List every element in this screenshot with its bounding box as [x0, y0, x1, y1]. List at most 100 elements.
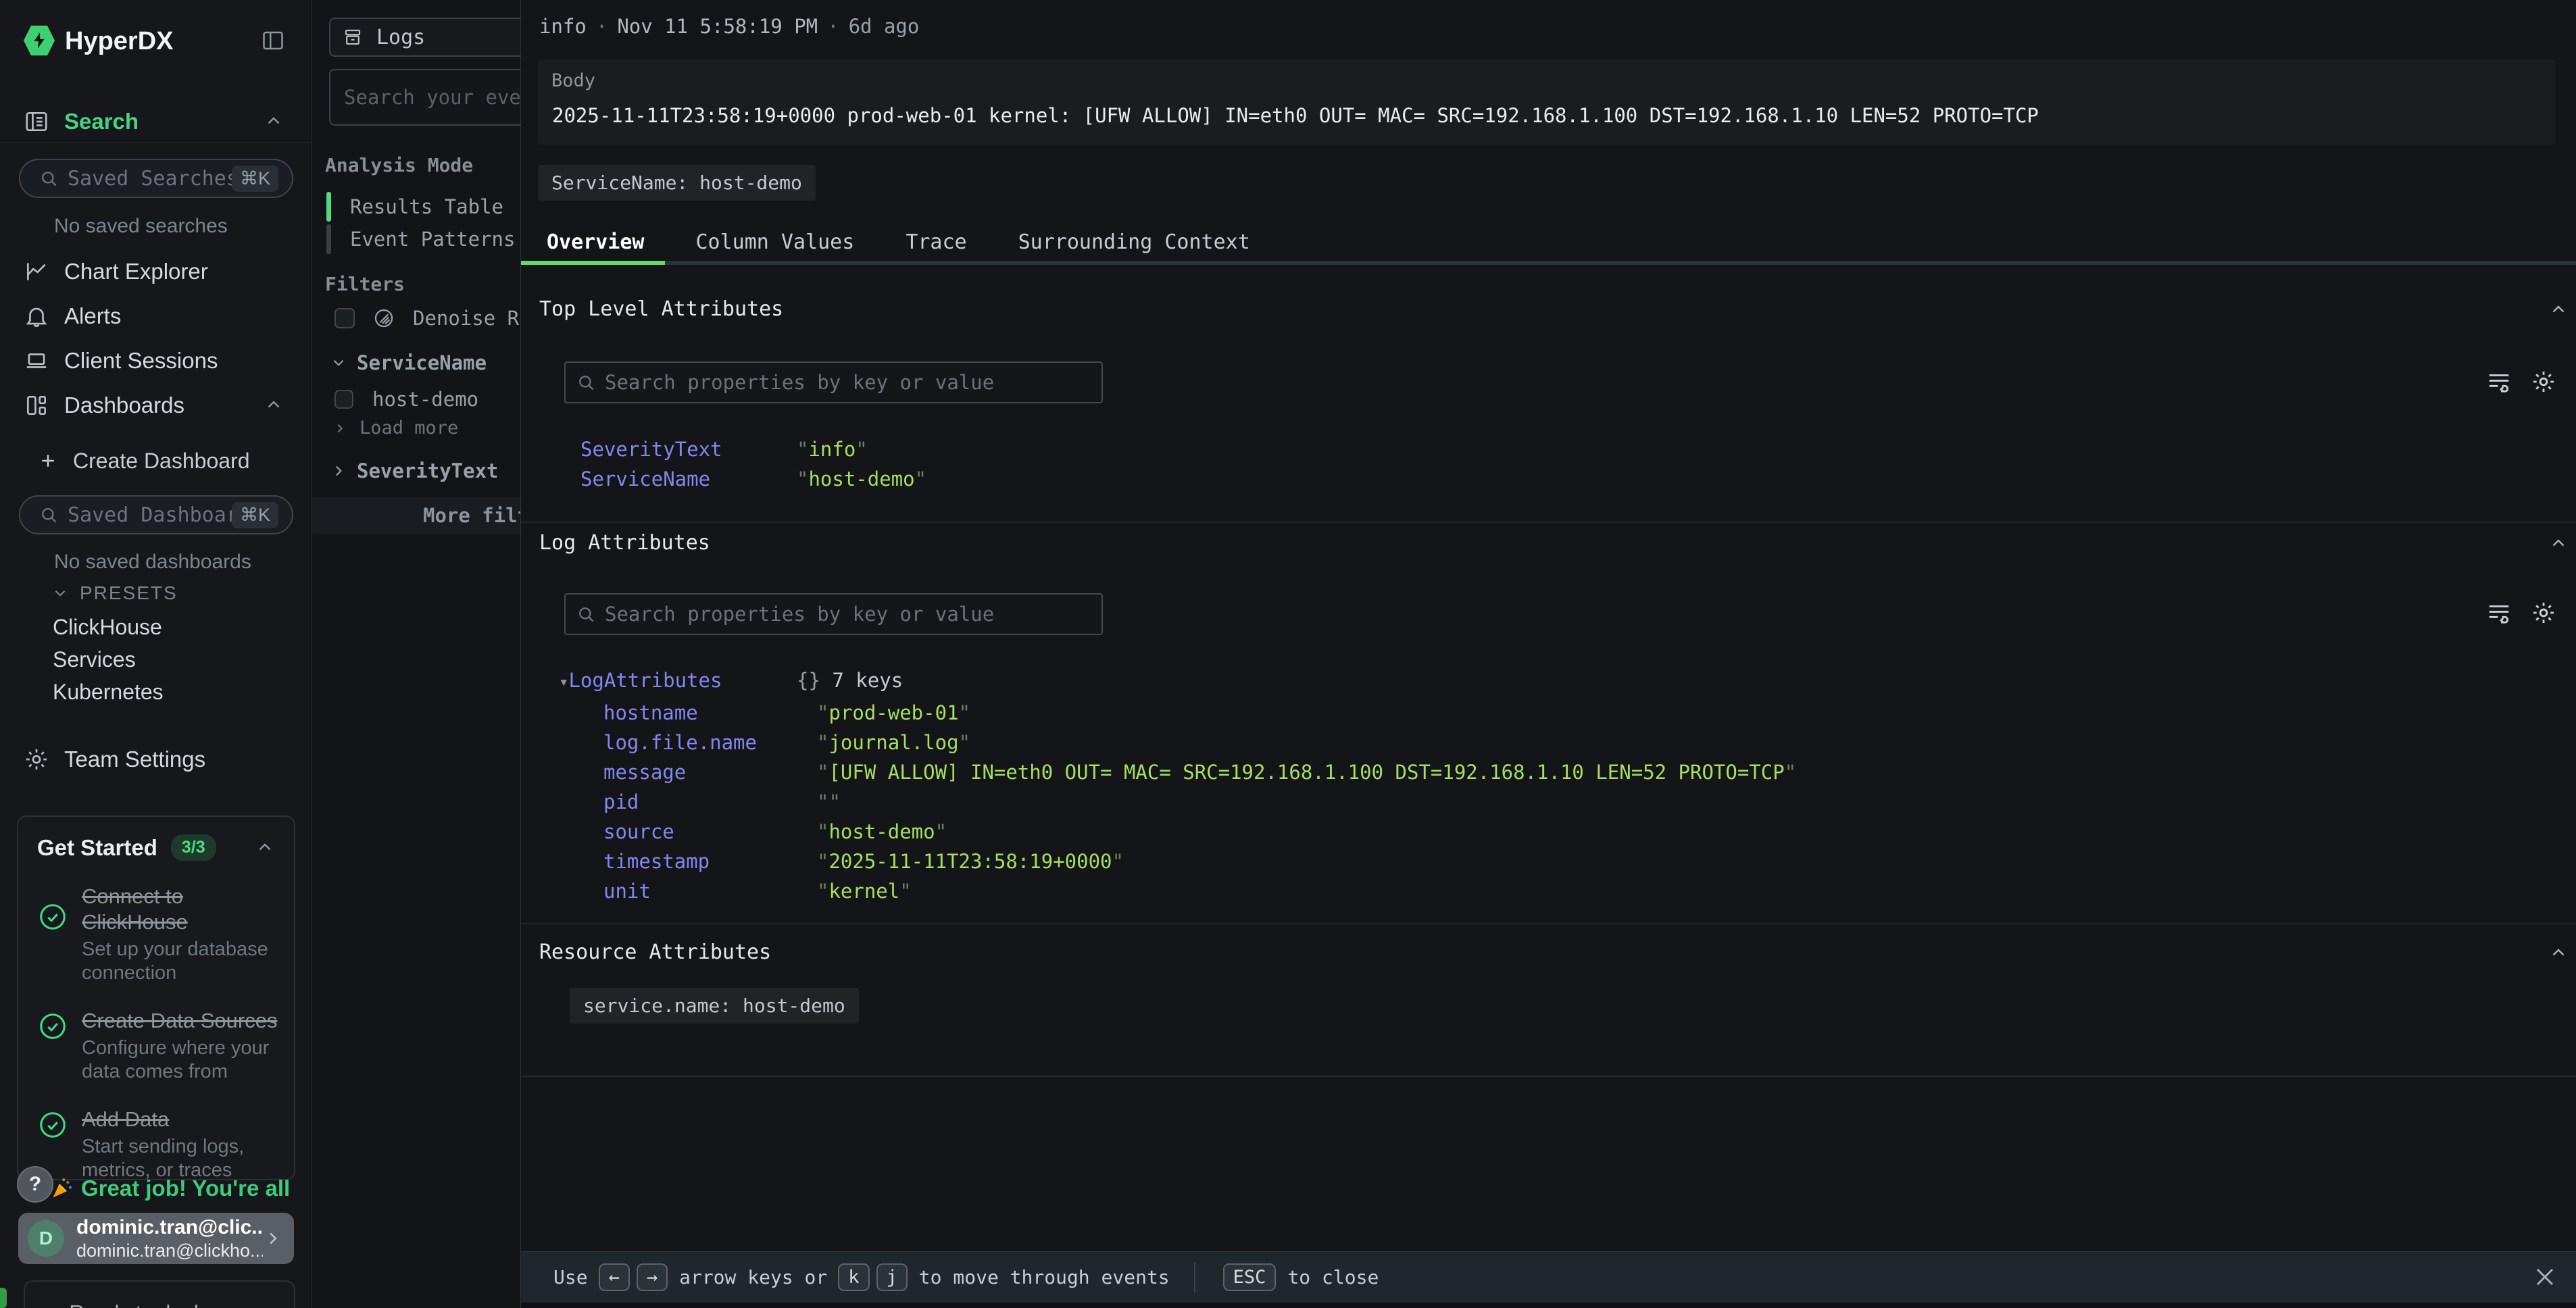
preset-services[interactable]: Services — [53, 647, 136, 672]
wrap-lines-icon[interactable] — [2486, 369, 2512, 395]
close-icon[interactable] — [2532, 1264, 2558, 1290]
tab-surrounding-context[interactable]: Surrounding Context — [993, 223, 1276, 261]
j-key: j — [876, 1263, 908, 1291]
tab-overview[interactable]: Overview — [521, 223, 670, 261]
sidebar-item-search[interactable]: Search — [0, 103, 312, 141]
attribute-key[interactable]: unit — [603, 880, 651, 903]
host-demo-filter-row[interactable]: host-demo — [335, 388, 478, 411]
chevron-up-icon[interactable] — [264, 395, 284, 416]
attribute-key[interactable]: SeverityText — [580, 438, 722, 461]
caret-down-icon[interactable]: ▾ — [559, 672, 568, 691]
attribute-value-cell: "journal.log" — [817, 731, 970, 754]
attribute-key[interactable]: ServiceName — [580, 468, 710, 490]
attribute-row[interactable]: ServiceName — [580, 468, 710, 490]
event-timestamp: Nov 11 5:58:19 PM — [617, 15, 818, 38]
attribute-row[interactable]: unit — [603, 880, 651, 903]
drawer-footer: Use ← → arrow keys or k j to move throug… — [521, 1251, 2576, 1303]
chevron-right-icon — [263, 1228, 283, 1249]
search-icon — [576, 605, 595, 624]
separator: · — [818, 15, 848, 38]
tab-column-values[interactable]: Column Values — [670, 223, 881, 261]
log-attributes-group-row[interactable]: ▾LogAttributes — [559, 669, 722, 692]
wrap-lines-icon[interactable] — [2486, 600, 2512, 626]
denoise-checkbox[interactable] — [335, 308, 355, 328]
sidebar-item-chart-explorer[interactable]: Chart Explorer — [0, 253, 312, 291]
sidebar-collapse-icon[interactable] — [261, 28, 285, 53]
load-more-label: Load more — [360, 418, 458, 438]
host-demo-checkbox[interactable] — [335, 390, 353, 409]
group-label: ServiceName — [357, 351, 487, 374]
key-count: 7 keys — [832, 669, 903, 692]
sidebar-item-team-settings[interactable]: Team Settings — [0, 740, 312, 778]
saved-searches-input[interactable] — [68, 167, 232, 191]
attribute-row[interactable]: message — [603, 761, 686, 784]
gear-icon[interactable] — [2531, 600, 2556, 626]
footer-arrow-text: arrow keys or — [679, 1266, 827, 1288]
sidebar-item-client-sessions[interactable]: Client Sessions — [0, 342, 312, 380]
attribute-key[interactable]: hostname — [603, 701, 698, 724]
service-name-tag[interactable]: ServiceName: host-demo — [538, 165, 816, 201]
chevron-down-icon — [51, 584, 69, 602]
mode-label: Results Table — [350, 195, 503, 218]
check-circle-icon — [37, 1011, 68, 1084]
group-key[interactable]: LogAttributes — [568, 669, 722, 692]
attribute-row[interactable]: SeverityText — [580, 438, 722, 461]
tab-trace[interactable]: Trace — [880, 223, 992, 261]
attribute-key[interactable]: pid — [603, 790, 639, 813]
attribute-row[interactable]: hostname — [603, 701, 698, 724]
help-button[interactable]: ? — [17, 1166, 53, 1203]
create-dashboard-button[interactable]: Create Dashboard — [0, 442, 312, 480]
mode-results-table[interactable]: Results Table — [326, 192, 503, 222]
service-name-group[interactable]: ServiceName — [330, 351, 487, 374]
gear-icon[interactable] — [2531, 369, 2556, 395]
saved-dashboards-input[interactable] — [68, 503, 232, 527]
presets-toggle[interactable]: PRESETS — [51, 582, 178, 604]
top-level-search-box[interactable] — [564, 361, 1103, 403]
top-level-search-input[interactable] — [605, 371, 1078, 394]
esc-key: ESC — [1223, 1263, 1277, 1291]
saved-dashboards-search[interactable]: ⌘K — [19, 495, 293, 534]
user-account-chip[interactable]: D dominic.tran@clic... dominic.tran@clic… — [18, 1213, 294, 1264]
resource-service-name-tag[interactable]: service.name: host-demo — [570, 988, 859, 1024]
chevron-right-icon — [330, 462, 347, 480]
attribute-key[interactable]: timestamp — [603, 850, 710, 873]
source-label: Logs — [376, 26, 425, 49]
attribute-value: 2025-11-11T23:58:19+0000 — [828, 850, 1112, 873]
top-level-attributes-title: Top Level Attributes — [539, 297, 783, 321]
attribute-key[interactable]: source — [603, 820, 674, 843]
log-attributes-search-input[interactable] — [605, 603, 1078, 626]
get-started-card: Get Started 3/3 Connect to ClickHouse Se… — [17, 815, 295, 1180]
log-body-text: 2025-11-11T23:58:19+0000 prod-web-01 ker… — [552, 104, 2039, 127]
sidebar-item-alerts[interactable]: Alerts — [0, 297, 312, 335]
chevron-down-icon — [330, 354, 347, 372]
attribute-row[interactable]: source — [603, 820, 674, 843]
load-more-row[interactable]: Load more — [332, 418, 458, 438]
deploy-note-card[interactable]: Ready to deploy on — [24, 1280, 295, 1308]
sidebar-item-label: Team Settings — [64, 747, 205, 772]
preset-clickhouse[interactable]: ClickHouse — [53, 615, 162, 640]
attribute-row[interactable]: pid — [603, 790, 639, 813]
collapse-section-icon[interactable] — [2548, 943, 2569, 963]
mode-event-patterns[interactable]: Event Patterns — [326, 224, 515, 254]
collapse-section-icon[interactable] — [2548, 534, 2569, 554]
severity-text-group[interactable]: SeverityText — [330, 459, 499, 482]
section-actions — [2486, 369, 2556, 395]
attribute-key[interactable]: message — [603, 761, 686, 784]
get-started-item[interactable]: Create Data Sources Configure where your… — [37, 1008, 275, 1084]
chevron-up-icon[interactable] — [255, 838, 275, 858]
preset-kubernetes[interactable]: Kubernetes — [53, 680, 164, 705]
attribute-row[interactable]: log.file.name — [603, 731, 757, 754]
attribute-row[interactable]: timestamp — [603, 850, 710, 873]
get-started-item[interactable]: Add Data Start sending logs, metrics, or… — [37, 1107, 275, 1182]
divider — [0, 142, 312, 143]
search-nav-icon — [24, 109, 49, 134]
attribute-key[interactable]: log.file.name — [603, 731, 757, 754]
attribute-value-cell: "" — [817, 790, 841, 813]
saved-searches-search[interactable]: ⌘K — [19, 159, 293, 198]
no-saved-dashboards-text: No saved dashboards — [54, 551, 251, 574]
log-attributes-search-box[interactable] — [564, 593, 1103, 635]
chevron-up-icon[interactable] — [264, 111, 284, 132]
collapse-section-icon[interactable] — [2548, 300, 2569, 320]
sidebar-item-dashboards[interactable]: Dashboards — [0, 386, 312, 424]
get-started-item[interactable]: Connect to ClickHouse Set up your databa… — [37, 884, 275, 985]
